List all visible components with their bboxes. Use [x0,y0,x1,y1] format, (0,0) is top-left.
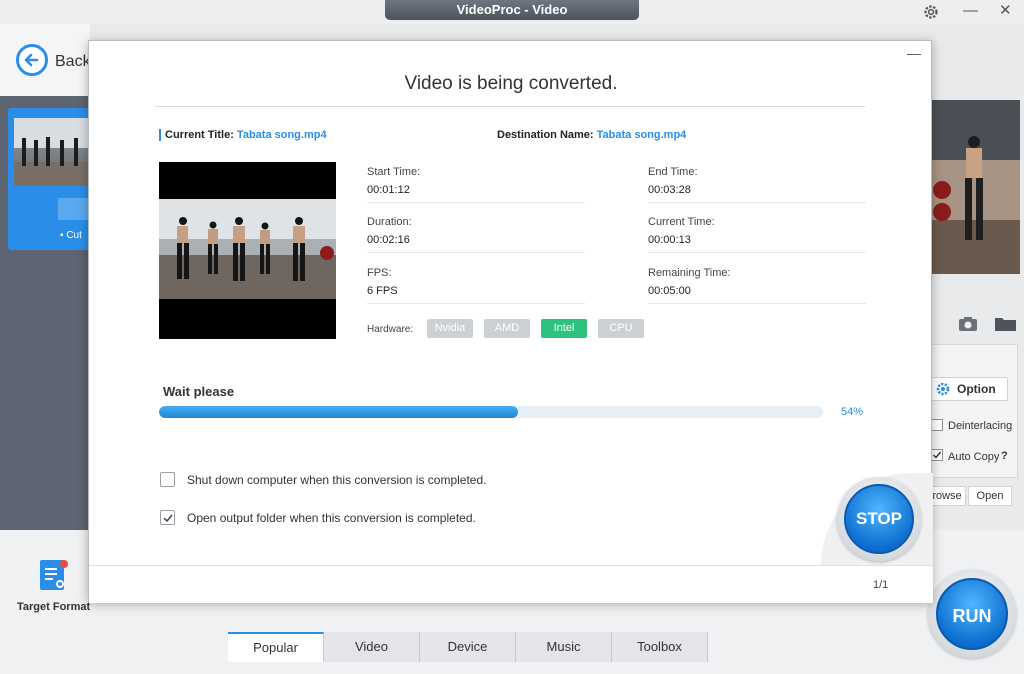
conversion-progress-bar [159,406,823,418]
notification-dot [60,560,68,568]
fps-field: FPS: 6 FPS [367,267,585,304]
camera-icon[interactable] [958,316,978,337]
stop-button[interactable]: STOP [844,484,914,554]
auto-copy-checkbox[interactable] [931,449,943,461]
cut-label[interactable]: ▪ Cut [60,230,82,241]
browse-button[interactable]: rowse [928,486,966,506]
dialog-minimize-button[interactable]: — [907,45,921,61]
hardware-nvidia: Nvidia [427,319,473,338]
run-button[interactable]: RUN [936,578,1008,650]
shutdown-checkbox[interactable] [160,472,175,487]
start-time-field: Start Time: 00:01:12 [367,166,585,203]
open-folder-label[interactable]: Open output folder when this conversion … [187,511,476,525]
auto-copy-label: Auto Copy [948,451,1000,463]
remaining-time-value: 00:05:00 [648,285,691,297]
title-divider [155,106,865,107]
deinterlacing-label: Deinterlacing [948,420,1013,432]
target-format-label: Target Format [17,601,91,613]
wait-label: Wait please [163,384,235,399]
folder-icon[interactable] [994,316,1018,337]
tab-music[interactable]: Music [516,632,612,662]
back-button-label[interactable]: Back [55,53,91,71]
title-bar: VideoProc - Video — ✕ [0,0,1024,24]
current-time-label: Current Time: [648,216,715,228]
video-preview [159,162,336,339]
format-tabs: Popular Video Device Music Toolbox [228,632,708,662]
preview-frame [159,199,336,299]
current-time-field: Current Time: 00:00:13 [648,216,866,253]
open-button[interactable]: Open [968,486,1012,506]
duration-value: 00:02:16 [367,234,410,246]
fps-value: 6 FPS [367,285,398,297]
open-folder-checkbox[interactable] [160,510,175,525]
duration-label: Duration: [367,216,412,228]
gear-icon [935,381,951,404]
hardware-label: Hardware: [367,324,414,335]
remaining-time-field: Remaining Time: 00:05:00 [648,267,866,304]
end-time-field: End Time: 00:03:28 [648,166,866,203]
remaining-time-label: Remaining Time: [648,267,731,279]
hardware-intel: Intel [541,319,587,338]
dialog-footer [89,565,933,603]
end-time-value: 00:03:28 [648,184,691,196]
option-label: Option [957,382,996,396]
current-title-value: Tabata song.mp4 [236,129,327,141]
duration-field: Duration: 00:02:16 [367,216,585,253]
window-title: VideoProc - Video [385,0,639,20]
conversion-dialog: — Video is being converted. Current Titl… [88,40,933,603]
back-icon[interactable] [16,44,48,76]
gear-icon[interactable] [922,3,940,25]
tab-device[interactable]: Device [420,632,516,662]
minimize-button[interactable]: — [963,3,978,19]
preview-image [932,100,1020,274]
dialog-title: Video is being converted. [404,73,618,94]
fps-label: FPS: [367,267,392,279]
destination-value: Tabata song.mp4 [596,129,687,141]
progress-fill [159,406,518,418]
video-thumbnail [14,118,90,186]
deinterlacing-checkbox[interactable] [931,419,943,431]
tab-popular[interactable]: Popular [228,632,324,662]
option-button[interactable]: Option [930,377,1008,401]
end-time-label: End Time: [648,166,698,178]
tab-video[interactable]: Video [324,632,420,662]
help-icon[interactable]: ? [1001,450,1008,462]
thumbnail-action-button[interactable] [58,198,90,220]
shutdown-label[interactable]: Shut down computer when this conversion … [187,473,487,487]
tab-toolbox[interactable]: Toolbox [612,632,708,662]
hardware-cpu: CPU [598,319,644,338]
preview-tools [932,310,1024,338]
current-title: Current Title: Tabata song.mp4 [159,129,327,141]
destination-name: Destination Name: Tabata song.mp4 [497,129,686,141]
destination-label: Destination Name: [497,129,594,141]
page-count: 1/1 [873,579,889,591]
start-time-value: 00:01:12 [367,184,410,196]
progress-percent: 54% [841,406,864,418]
close-button[interactable]: ✕ [999,3,1012,19]
hardware-amd: AMD [484,319,530,338]
start-time-label: Start Time: [367,166,421,178]
current-time-value: 00:00:13 [648,234,691,246]
current-title-label: Current Title: [165,129,234,141]
